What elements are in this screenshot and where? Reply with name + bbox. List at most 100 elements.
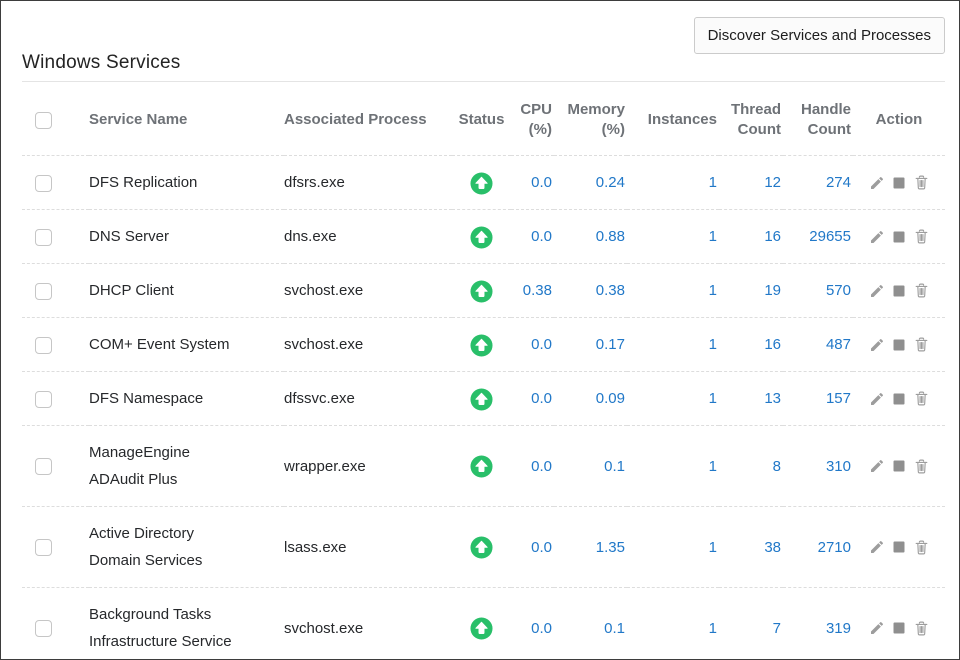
edit-pencil-icon[interactable] (869, 620, 885, 636)
edit-pencil-icon[interactable] (869, 391, 885, 407)
thread-count-value: 13 (719, 372, 783, 426)
row-checkbox[interactable] (35, 539, 52, 556)
cpu-value: 0.38 (511, 264, 554, 318)
edit-pencil-icon[interactable] (869, 229, 885, 245)
instances-value: 1 (627, 426, 719, 507)
delete-trash-icon[interactable] (913, 228, 930, 245)
thread-count-value: 38 (719, 507, 783, 588)
service-name: DFS Namespace (89, 372, 284, 426)
instances-value: 1 (627, 156, 719, 210)
memory-value: 0.1 (554, 588, 627, 660)
col-header-action: Action (853, 82, 945, 156)
delete-trash-icon[interactable] (913, 620, 930, 637)
thread-count-value: 8 (719, 426, 783, 507)
row-checkbox[interactable] (35, 229, 52, 246)
stop-square-icon[interactable] (893, 285, 905, 297)
edit-pencil-icon[interactable] (869, 458, 885, 474)
associated-process: dfsrs.exe (284, 156, 452, 210)
row-checkbox[interactable] (35, 337, 52, 354)
discover-services-button[interactable]: Discover Services and Processes (694, 17, 945, 54)
delete-trash-icon[interactable] (913, 336, 930, 353)
delete-trash-icon[interactable] (913, 458, 930, 475)
edit-pencil-icon[interactable] (869, 337, 885, 353)
handle-count-value: 29655 (783, 210, 853, 264)
status-running-icon (470, 388, 493, 411)
table-row: DHCP Client svchost.exe 0.38 0.38 1 19 5… (22, 264, 945, 318)
col-header-thread-count: Thread Count (719, 82, 783, 156)
associated-process: wrapper.exe (284, 426, 452, 507)
edit-pencil-icon[interactable] (869, 539, 885, 555)
stop-square-icon[interactable] (893, 231, 905, 243)
instances-value: 1 (627, 588, 719, 660)
delete-trash-icon[interactable] (913, 282, 930, 299)
memory-value: 0.17 (554, 318, 627, 372)
delete-trash-icon[interactable] (913, 539, 930, 556)
stop-square-icon[interactable] (893, 177, 905, 189)
instances-value: 1 (627, 318, 719, 372)
service-name: COM+ Event System (89, 318, 284, 372)
handle-count-value: 310 (783, 426, 853, 507)
table-row: ManageEngine ADAudit Plus wrapper.exe 0.… (22, 426, 945, 507)
table-header: Service Name Associated Process Status C… (22, 82, 945, 156)
stop-square-icon[interactable] (893, 460, 905, 472)
col-header-handle-count: Handle Count (783, 82, 853, 156)
page-header: Discover Services and Processes Windows … (22, 1, 945, 82)
memory-value: 0.1 (554, 426, 627, 507)
delete-trash-icon[interactable] (913, 390, 930, 407)
service-name: ManageEngine ADAudit Plus (89, 426, 284, 507)
table-row: DNS Server dns.exe 0.0 0.88 1 16 29655 (22, 210, 945, 264)
select-all-checkbox[interactable] (35, 112, 52, 129)
table-body: DFS Replication dfsrs.exe 0.0 0.24 1 12 … (22, 156, 945, 660)
memory-value: 0.88 (554, 210, 627, 264)
memory-value: 0.38 (554, 264, 627, 318)
instances-value: 1 (627, 264, 719, 318)
associated-process: dfssvc.exe (284, 372, 452, 426)
row-checkbox[interactable] (35, 175, 52, 192)
col-header-memory: Memory (%) (554, 82, 627, 156)
instances-value: 1 (627, 507, 719, 588)
stop-square-icon[interactable] (893, 393, 905, 405)
stop-square-icon[interactable] (893, 622, 905, 634)
memory-value: 0.24 (554, 156, 627, 210)
row-actions (853, 336, 945, 353)
instances-value: 1 (627, 210, 719, 264)
memory-value: 0.09 (554, 372, 627, 426)
handle-count-value: 274 (783, 156, 853, 210)
cpu-value: 0.0 (511, 507, 554, 588)
handle-count-value: 319 (783, 588, 853, 660)
associated-process: svchost.exe (284, 588, 452, 660)
row-actions (853, 458, 945, 475)
service-name: DFS Replication (89, 156, 284, 210)
stop-square-icon[interactable] (893, 541, 905, 553)
page-title: Windows Services (22, 52, 180, 74)
status-running-icon (470, 617, 493, 640)
cpu-value: 0.0 (511, 588, 554, 660)
memory-value: 1.35 (554, 507, 627, 588)
row-actions (853, 620, 945, 637)
row-checkbox[interactable] (35, 283, 52, 300)
row-checkbox[interactable] (35, 391, 52, 408)
stop-square-icon[interactable] (893, 339, 905, 351)
delete-trash-icon[interactable] (913, 174, 930, 191)
associated-process: dns.exe (284, 210, 452, 264)
handle-count-value: 487 (783, 318, 853, 372)
cpu-value: 0.0 (511, 318, 554, 372)
cpu-value: 0.0 (511, 156, 554, 210)
edit-pencil-icon[interactable] (869, 283, 885, 299)
instances-value: 1 (627, 372, 719, 426)
cpu-value: 0.0 (511, 426, 554, 507)
row-actions (853, 390, 945, 407)
thread-count-value: 16 (719, 318, 783, 372)
status-running-icon (470, 172, 493, 195)
thread-count-value: 12 (719, 156, 783, 210)
col-header-associated-process: Associated Process (284, 82, 452, 156)
handle-count-value: 2710 (783, 507, 853, 588)
handle-count-value: 570 (783, 264, 853, 318)
service-name: DNS Server (89, 210, 284, 264)
associated-process: lsass.exe (284, 507, 452, 588)
row-checkbox[interactable] (35, 620, 52, 637)
service-name: Background Tasks Infrastructure Service (89, 588, 284, 660)
row-actions (853, 174, 945, 191)
row-checkbox[interactable] (35, 458, 52, 475)
edit-pencil-icon[interactable] (869, 175, 885, 191)
